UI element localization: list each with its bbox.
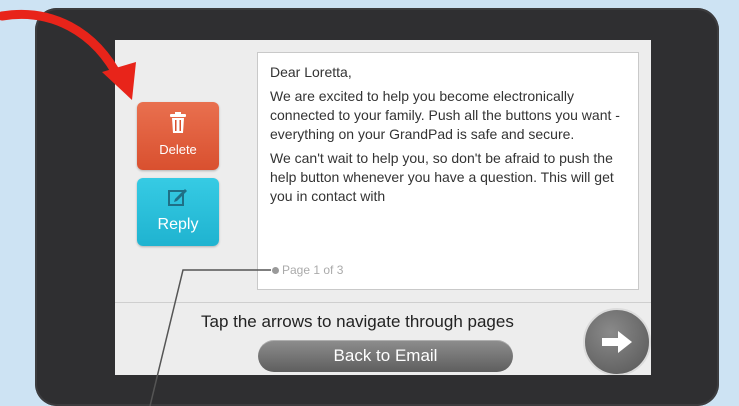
indicator-dot-icon <box>272 267 279 274</box>
trash-icon <box>170 112 186 133</box>
compose-icon <box>168 189 187 206</box>
screen: Delete Reply Dear Loretta, We are excite… <box>115 40 651 375</box>
back-to-email-button[interactable]: Back to Email <box>258 340 513 372</box>
next-page-button[interactable] <box>583 308 651 375</box>
letter-paragraph: We can't wait to help you, so don't be a… <box>270 150 614 204</box>
delete-button[interactable]: Delete <box>137 102 219 170</box>
reply-label: Reply <box>157 216 199 233</box>
navigation-tip: Tap the arrows to navigate through pages <box>201 312 514 331</box>
divider <box>115 302 651 303</box>
letter-page: Dear Loretta, We are excited to help you… <box>257 52 639 290</box>
page-indicator: Page 1 of 3 <box>272 261 343 280</box>
letter-greeting: Dear Loretta, <box>270 64 352 80</box>
letter-paragraph: We are excited to help you become electr… <box>270 88 620 142</box>
delete-label: Delete <box>159 142 197 157</box>
page-indicator-text: Page 1 of 3 <box>282 263 344 277</box>
arrow-right-icon <box>602 331 632 353</box>
reply-button[interactable]: Reply <box>137 178 219 246</box>
